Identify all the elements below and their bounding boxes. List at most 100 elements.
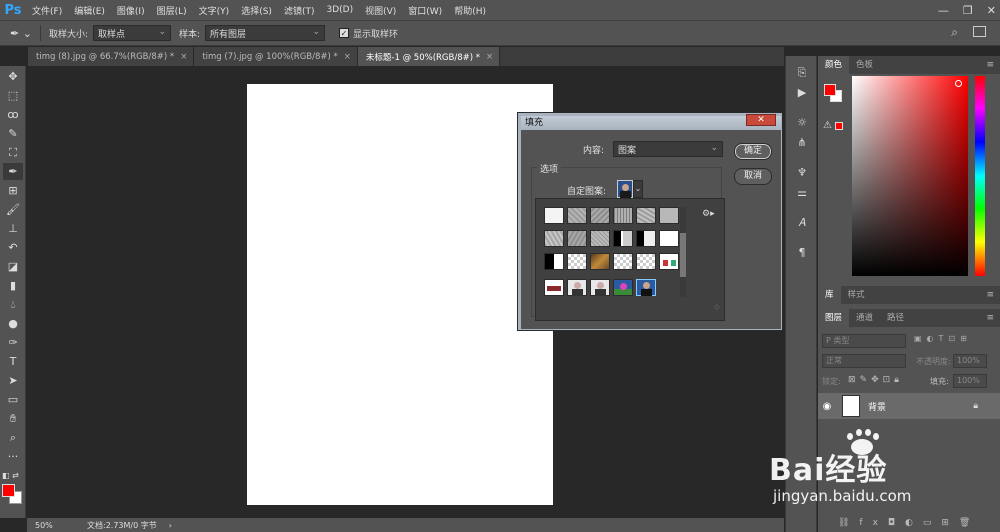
- brush-tool-icon[interactable]: 🖌︎: [3, 201, 23, 218]
- pattern-swatch[interactable]: [590, 279, 610, 296]
- sample-size-select[interactable]: 取样点 ⌄: [92, 25, 171, 41]
- opacity-input[interactable]: 100%: [953, 354, 987, 368]
- pattern-swatch[interactable]: [567, 279, 587, 296]
- cancel-button[interactable]: 取消: [734, 168, 772, 185]
- pattern-swatch-selected[interactable]: [636, 279, 656, 296]
- tab-untitled-1[interactable]: 未标题-1 @ 50%(RGB/8#) * ×: [357, 47, 501, 66]
- tab-timg-7[interactable]: timg (7).jpg @ 100%(RGB/8#) * ×: [194, 47, 358, 66]
- menu-layer[interactable]: 图层(L): [151, 4, 193, 17]
- minimize-button[interactable]: —: [938, 4, 949, 17]
- scrollbar-thumb[interactable]: [680, 233, 686, 277]
- hand-tool-icon[interactable]: ✋︎: [3, 410, 23, 427]
- out-of-gamut-warning-icon[interactable]: ⚠: [823, 120, 832, 131]
- character-icon[interactable]: 𝐴: [792, 214, 812, 232]
- menu-3d[interactable]: 3D(D): [320, 5, 359, 15]
- properties-icon[interactable]: ⚌: [792, 184, 812, 202]
- dialog-close-button[interactable]: ✕: [746, 114, 776, 126]
- search-icon[interactable]: ⌕: [951, 25, 958, 40]
- gradient-tool-icon[interactable]: ▮: [3, 277, 23, 294]
- eyedropper-tool-preset-icon[interactable]: ✒︎ ⌄: [10, 27, 32, 40]
- adjustments-icon[interactable]: ☼: [792, 114, 812, 132]
- fill-input[interactable]: 100%: [953, 374, 987, 388]
- workspace-icon[interactable]: [973, 26, 986, 37]
- menu-select[interactable]: 选择(S): [235, 4, 278, 17]
- pattern-swatch[interactable]: [544, 207, 564, 224]
- close-window-button[interactable]: ✕: [987, 4, 996, 17]
- brush-settings-icon[interactable]: ♆: [792, 164, 812, 182]
- pattern-swatch[interactable]: [590, 207, 610, 224]
- blend-mode-select[interactable]: 正常: [822, 354, 906, 368]
- gear-icon[interactable]: ⚙▸: [702, 209, 715, 219]
- quick-selection-tool-icon[interactable]: ✎: [3, 125, 23, 142]
- clone-stamp-tool-icon[interactable]: ⊥: [3, 220, 23, 237]
- actions-play-icon[interactable]: ▶: [792, 84, 812, 102]
- lock-icons[interactable]: ⊠✎✥⊡🔒︎: [848, 375, 903, 385]
- pattern-swatch[interactable]: [659, 230, 679, 247]
- crop-tool-icon[interactable]: ⛶: [3, 144, 23, 161]
- pattern-swatch[interactable]: [613, 230, 633, 247]
- hue-slider[interactable]: [975, 76, 985, 276]
- menu-help[interactable]: 帮助(H): [448, 4, 492, 17]
- pattern-scrollbar[interactable]: [680, 207, 686, 297]
- pattern-swatch[interactable]: [567, 253, 587, 270]
- pattern-swatch[interactable]: [590, 230, 610, 247]
- panel-menu-icon[interactable]: ≡: [986, 286, 994, 304]
- pattern-swatch[interactable]: [567, 207, 587, 224]
- default-colors-icon[interactable]: ◧ ⇄: [2, 471, 19, 480]
- tab-channels[interactable]: 通道: [849, 309, 880, 327]
- pattern-swatch[interactable]: [636, 230, 656, 247]
- dialog-title[interactable]: 填充: [521, 116, 781, 130]
- path-selection-tool-icon[interactable]: ➤: [3, 372, 23, 389]
- dodge-tool-icon[interactable]: ●: [3, 315, 23, 332]
- tab-layers[interactable]: 图层: [818, 309, 850, 327]
- layer-filter-select[interactable]: P 类型: [822, 334, 906, 348]
- tab-swatches[interactable]: 色板: [849, 56, 880, 74]
- panel-menu-icon[interactable]: ≡: [986, 56, 994, 74]
- pattern-swatch[interactable]: [613, 253, 633, 270]
- panel-foreground-swatch[interactable]: [824, 84, 836, 96]
- show-sampling-ring-checkbox[interactable]: ✓: [339, 28, 350, 38]
- menu-view[interactable]: 视图(V): [359, 4, 402, 17]
- layer-filter-icons[interactable]: ▣◐T⊡⊞: [914, 334, 972, 343]
- menu-type[interactable]: 文字(Y): [193, 4, 236, 17]
- ok-button[interactable]: 确定: [734, 143, 772, 160]
- layer-name[interactable]: 背景: [868, 400, 886, 413]
- pattern-dropdown-button[interactable]: ⌄: [633, 180, 643, 198]
- pen-tool-icon[interactable]: ✑: [3, 334, 23, 351]
- zoom-tool-icon[interactable]: ⌕: [3, 429, 23, 446]
- eraser-tool-icon[interactable]: ◪: [3, 258, 23, 275]
- pattern-swatch[interactable]: [636, 207, 656, 224]
- tab-libraries[interactable]: 库: [818, 286, 841, 304]
- history-icon[interactable]: ⎘: [792, 64, 812, 82]
- close-icon[interactable]: ×: [486, 52, 493, 62]
- pattern-swatch[interactable]: [567, 230, 587, 247]
- move-tool-icon[interactable]: ✥: [3, 68, 23, 85]
- gamut-color-chip[interactable]: [835, 122, 843, 130]
- healing-brush-tool-icon[interactable]: ⊞: [3, 182, 23, 199]
- menu-window[interactable]: 窗口(W): [402, 4, 448, 17]
- paragraph-icon[interactable]: ¶: [792, 244, 812, 262]
- rectangle-tool-icon[interactable]: ▭: [3, 391, 23, 408]
- resize-grip-icon[interactable]: ◇: [714, 303, 719, 311]
- menu-file[interactable]: 文件(F): [26, 4, 68, 17]
- blur-tool-icon[interactable]: 💧︎: [3, 296, 23, 313]
- history-brush-tool-icon[interactable]: ↶: [3, 239, 23, 256]
- eyedropper-tool-icon[interactable]: ✒: [3, 163, 23, 180]
- layer-row[interactable]: ◉ 背景 🔒︎: [818, 393, 1000, 419]
- tab-timg-8[interactable]: timg (8).jpg @ 66.7%(RGB/8#) * ×: [28, 47, 195, 66]
- document-canvas[interactable]: [247, 84, 553, 505]
- pattern-swatch[interactable]: [544, 279, 564, 296]
- pattern-swatch[interactable]: [659, 207, 679, 224]
- pattern-swatch[interactable]: [590, 253, 610, 270]
- pattern-swatch[interactable]: [613, 207, 633, 224]
- marquee-tool-icon[interactable]: ⬚: [3, 87, 23, 104]
- color-field[interactable]: [852, 76, 968, 276]
- tab-color[interactable]: 颜色: [818, 56, 850, 74]
- menu-filter[interactable]: 滤镜(T): [278, 4, 321, 17]
- content-select[interactable]: 图案 ⌄: [613, 141, 723, 157]
- close-icon[interactable]: ×: [344, 52, 351, 62]
- more-tools-icon[interactable]: ···: [3, 448, 23, 465]
- pattern-swatch[interactable]: [659, 253, 679, 270]
- restore-button[interactable]: ❐: [963, 4, 973, 17]
- pattern-swatch[interactable]: [544, 230, 564, 247]
